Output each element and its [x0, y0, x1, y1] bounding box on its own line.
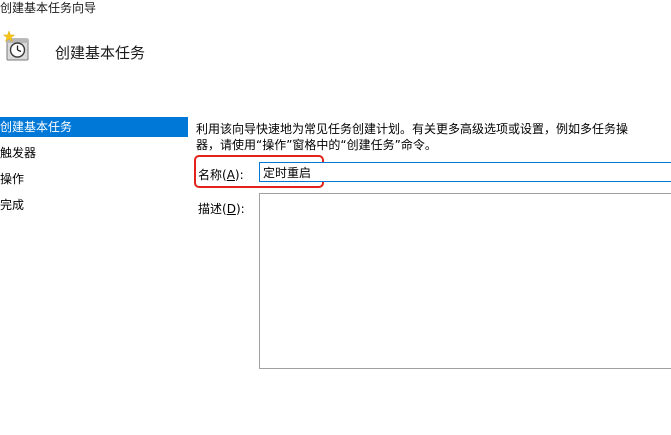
step-action[interactable]: 操作	[0, 169, 188, 189]
step-trigger[interactable]: 触发器	[0, 143, 188, 163]
wizard-description: 利用该向导快速地为常见任务创建计划。有关更多高级选项或设置，例如多任务操 器，请…	[196, 121, 671, 153]
desc-label-end: ):	[235, 202, 245, 216]
name-label-text: 名称(	[198, 168, 227, 182]
clock-task-icon	[3, 30, 29, 61]
name-label-end: ):	[234, 168, 244, 182]
step-finish[interactable]: 完成	[0, 195, 188, 215]
name-input[interactable]	[259, 162, 671, 182]
description-label: 描述(D):	[198, 200, 245, 217]
wizard-steps: 创建基本任务 触发器 操作 完成	[0, 117, 188, 221]
description-textarea[interactable]	[259, 193, 671, 369]
description-line-2: 器，请使用“操作”窗格中的“创建任务”命令。	[196, 138, 437, 152]
name-accel-key: A	[226, 168, 235, 182]
desc-accel-key: D	[226, 202, 236, 216]
page-title: 创建基本任务	[55, 44, 146, 62]
step-create-basic-task[interactable]: 创建基本任务	[0, 117, 188, 137]
name-label: 名称(A):	[198, 166, 244, 183]
description-line-1: 利用该向导快速地为常见任务创建计划。有关更多高级选项或设置，例如多任务操	[196, 122, 629, 136]
window-title: 创建基本任务向导	[0, 1, 97, 15]
desc-label-text: 描述(	[198, 202, 227, 216]
